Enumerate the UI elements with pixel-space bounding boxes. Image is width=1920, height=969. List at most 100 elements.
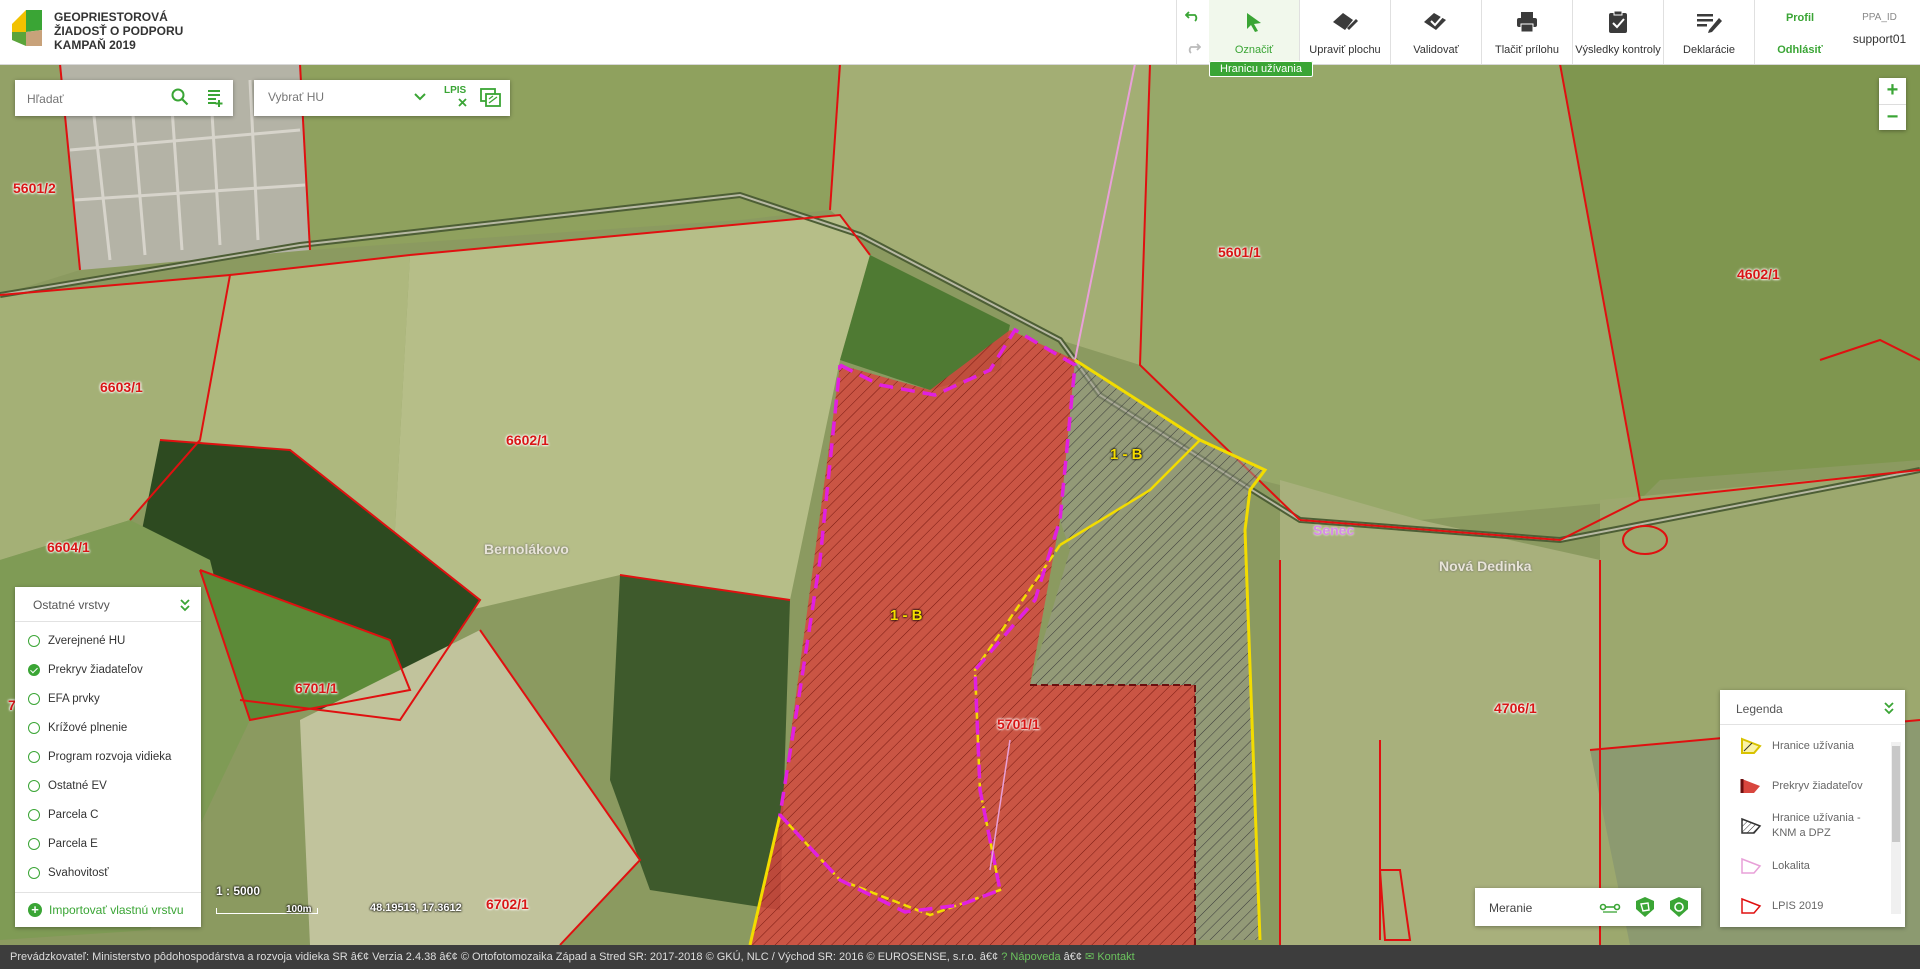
radio-icon[interactable] — [28, 692, 40, 705]
search-input[interactable] — [25, 88, 179, 110]
profile-link[interactable]: Profil — [1761, 12, 1839, 24]
tool-validate[interactable]: Validovať — [1391, 0, 1482, 64]
help-link[interactable]: ? Nápoveda — [1001, 951, 1060, 963]
hu-selector: Vybrať HU LPIS — [254, 80, 510, 116]
hu-select[interactable]: Vybrať HU — [268, 90, 324, 104]
tool-print[interactable]: Tlačiť prílohu — [1482, 0, 1573, 64]
search-button[interactable] — [171, 88, 189, 109]
radio-icon[interactable] — [28, 866, 40, 879]
scale-ratio: 1 : 5000 — [216, 884, 261, 898]
hu-label: 1 - B — [1110, 446, 1143, 463]
zoom-out-button[interactable]: − — [1879, 105, 1906, 131]
legend-title: Legenda — [1736, 702, 1783, 716]
tool-declarations[interactable]: Deklarácie — [1664, 0, 1755, 64]
layer-item[interactable]: Svahovitosť — [15, 858, 201, 887]
measure-distance-button[interactable] — [1599, 897, 1621, 920]
validate-icon — [1424, 13, 1446, 30]
parcel-label: 6604/1 — [47, 539, 90, 555]
town-label: Bernolákovo — [484, 541, 569, 557]
legend-scrollbar[interactable] — [1891, 742, 1901, 914]
user-column: PPA_ID support01 — [1839, 0, 1920, 64]
list-add-icon — [208, 90, 223, 107]
mail-icon: ✉ — [1085, 951, 1095, 963]
layer-item[interactable]: Parcela C — [15, 800, 201, 829]
town-label: Senec — [1313, 522, 1355, 538]
layer-view-icon — [480, 88, 501, 107]
radio-icon[interactable] — [28, 779, 40, 792]
help-icon: ? — [1001, 951, 1008, 963]
tool-declarations-label: Deklarácie — [1683, 44, 1735, 56]
app-logo — [12, 10, 42, 46]
layers-panel-header[interactable]: Ostatné vrstvy — [15, 587, 201, 622]
undo-redo-group — [1176, 0, 1210, 64]
layer-item[interactable]: Program rozvoja vidieka — [15, 742, 201, 771]
collapse-icon[interactable] — [179, 598, 191, 612]
legend-item: Prekryv žiadateľov — [1720, 766, 1888, 806]
top-bar: GEOPRIESTOROVÁ ŽIADOSŤ O PODPORU KAMPAŇ … — [0, 0, 1920, 65]
radio-icon[interactable] — [28, 837, 40, 850]
layer-item[interactable]: Prekryv žiadateľov — [15, 655, 201, 684]
layer-label: Zverejnené HU — [48, 634, 126, 647]
search-icon — [171, 88, 189, 106]
brand[interactable]: GEOPRIESTOROVÁ ŽIADOSŤ O PODPORU KAMPAŇ … — [12, 10, 183, 52]
tool-select[interactable]: Označiť — [1209, 0, 1300, 64]
layers-panel-title: Ostatné vrstvy — [33, 598, 110, 612]
legend-scrollbar-thumb[interactable] — [1892, 746, 1900, 842]
hu-dropdown-toggle[interactable] — [413, 91, 427, 105]
separator: â€¢ — [979, 951, 999, 963]
status-bar: Prevádzkovateľ: Ministerstvo pôdohospodá… — [0, 945, 1920, 969]
layer-label: Svahovitosť — [48, 866, 109, 879]
parcel-label: 6602/1 — [506, 432, 549, 448]
tool-edit-area[interactable]: Upraviť plochu — [1300, 0, 1391, 64]
clipboard-check-icon — [1609, 10, 1627, 33]
import-layer-button[interactable]: + Importovať vlastnú vrstvu — [15, 892, 201, 927]
measure-area-button[interactable] — [1635, 896, 1655, 921]
layer-view-button[interactable] — [480, 88, 502, 111]
search-list-button[interactable] — [206, 88, 226, 111]
legend-header[interactable]: Legenda — [1720, 690, 1905, 725]
separator: â€¢ — [350, 951, 370, 963]
radio-icon[interactable] — [28, 634, 40, 647]
layer-label: Parcela E — [48, 837, 98, 850]
zoom-in-button[interactable]: + — [1879, 78, 1906, 105]
logout-link[interactable]: Odhlásiť — [1761, 44, 1839, 56]
cursor-coordinates: 48.19513, 17.3612 — [370, 902, 462, 914]
hu-label: 1 - B — [890, 607, 923, 624]
parcel-label: 4602/1 — [1737, 266, 1780, 282]
measure-clear-button[interactable] — [1669, 896, 1689, 921]
legend-item: Lokalita — [1720, 846, 1888, 886]
search-box — [15, 80, 233, 116]
measure-label: Meranie — [1489, 901, 1533, 915]
redo-button[interactable] — [1177, 32, 1209, 64]
tool-check-results-label: Výsledky kontroly — [1575, 44, 1661, 56]
layer-item[interactable]: Ostatné EV — [15, 771, 201, 800]
measure-distance-icon — [1599, 903, 1621, 913]
layer-item[interactable]: Parcela E — [15, 829, 201, 858]
map-canvas[interactable] — [0, 0, 1920, 969]
radio-icon[interactable] — [28, 808, 40, 821]
layers-list: Zverejnené HU Prekryv žiadateľov EFA prv… — [15, 622, 201, 887]
cursor-icon — [1247, 13, 1261, 32]
undo-button[interactable] — [1177, 0, 1209, 32]
lpis-swatch-icon — [1741, 897, 1762, 914]
tool-select-label: Označiť — [1234, 44, 1274, 56]
layer-item[interactable]: Zverejnené HU — [15, 626, 201, 655]
tool-check-results[interactable]: Výsledky kontroly — [1573, 0, 1664, 64]
close-icon — [458, 98, 467, 107]
town-label: Nová Dedinka — [1439, 558, 1532, 574]
undo-icon — [1185, 11, 1198, 22]
layer-item[interactable]: EFA prvky — [15, 684, 201, 713]
radio-icon[interactable] — [28, 721, 40, 734]
radio-checked-icon[interactable] — [28, 663, 40, 676]
layer-item[interactable]: Krížové plnenie — [15, 713, 201, 742]
collapse-icon[interactable] — [1883, 701, 1895, 715]
layer-label: Program rozvoja vidieka — [48, 750, 172, 763]
measure-panel: Meranie — [1475, 888, 1701, 926]
separator: â€¢ — [1063, 951, 1082, 963]
radio-icon[interactable] — [28, 750, 40, 763]
lpis-toggle-button[interactable]: LPIS — [444, 85, 470, 109]
version-text: Verzia 2.4.38 — [372, 951, 437, 963]
parcel-label: 6701/1 — [295, 680, 338, 696]
contact-link[interactable]: ✉ Kontakt — [1085, 951, 1135, 963]
chevron-down-icon — [414, 93, 426, 101]
